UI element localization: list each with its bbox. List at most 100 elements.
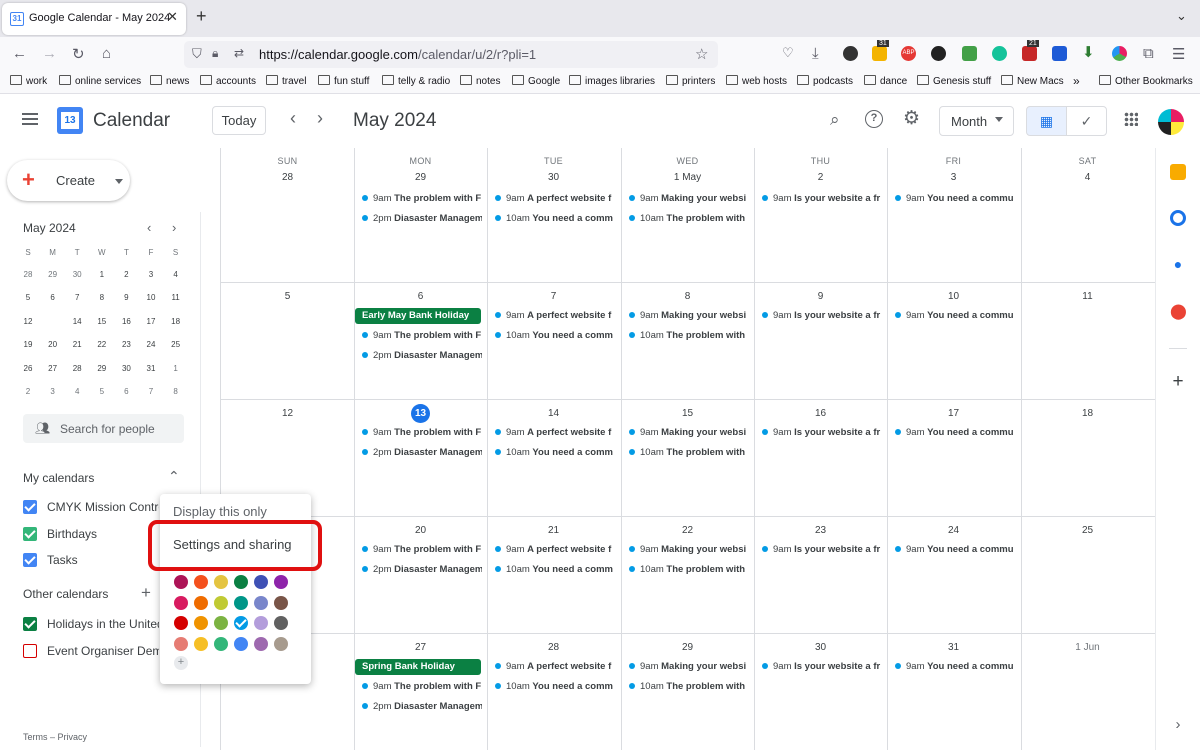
calendar-event[interactable]: 9am A perfect website f [495,427,615,438]
downloads-icon[interactable]: ⤓ [812,45,819,62]
calendar-event[interactable]: 9am Making your websi [629,544,749,555]
color-swatch[interactable] [214,636,228,651]
calendar-view-toggle-icon[interactable]: ▦ [1026,106,1067,136]
calendar-event[interactable]: 10am The problem with [629,330,749,341]
calendar-event[interactable]: 9am You need a commu [895,661,1015,672]
bookmark-folder[interactable]: images libraries [569,75,655,87]
mini-previous-icon[interactable]: ‹ [147,220,151,235]
day-number[interactable]: 10 [887,291,1020,302]
mini-day[interactable]: 8 [90,288,114,308]
shield-icon[interactable]: ⛉ [192,46,202,62]
next-month-icon[interactable]: › [317,108,323,129]
permissions-icon[interactable]: ⇄ [234,46,244,60]
calendar-checkbox[interactable] [23,617,37,631]
bookmark-folder[interactable]: Google [512,75,560,87]
adblock-icon[interactable]: ABP [901,46,916,61]
day-number[interactable]: 23 [754,525,887,536]
mini-day[interactable]: 5 [90,382,114,402]
account-avatar[interactable] [1158,109,1184,135]
holiday-event[interactable]: Spring Bank Holiday [355,659,481,675]
day-number[interactable]: 11 [1021,291,1154,302]
calendar-event[interactable]: 9am Making your websi [629,193,749,204]
get-addons-plus-icon[interactable]: + [1170,372,1186,391]
green-arrow-icon[interactable]: ⬇ [1082,43,1097,61]
calendar-checkbox[interactable] [23,553,37,567]
forward-icon[interactable]: → [42,45,57,62]
bookmark-folder[interactable]: dance [864,75,907,87]
previous-month-icon[interactable]: ‹ [290,108,296,129]
grammarly-icon[interactable] [992,46,1007,61]
color-swatch[interactable] [254,616,268,630]
bitwarden-icon[interactable] [1052,46,1067,61]
holiday-event[interactable]: Early May Bank Holiday [355,308,481,324]
color-swatch[interactable] [234,636,248,651]
mini-day[interactable]: 11 [164,288,188,308]
mini-day[interactable]: 7 [65,288,89,308]
calendar-logo-icon[interactable]: 13 [57,107,83,134]
day-number[interactable]: 5 [221,291,354,302]
mini-day[interactable]: 20 [41,335,65,355]
menu-icon[interactable]: ☰ [1172,45,1185,63]
mini-day[interactable]: 3 [41,382,65,402]
bookmark-folder[interactable]: work [10,75,47,87]
create-button[interactable]: + Create [7,160,130,201]
mini-day[interactable]: 1 [164,359,188,379]
day-number[interactable]: 24 [887,525,1020,536]
day-number[interactable]: 31 [887,642,1020,653]
browser-tab[interactable]: 31 Google Calendar - May 2024 ✕ [2,3,186,35]
add-calendar-plus-icon[interactable]: + [141,583,151,603]
bookmark-folder[interactable]: fun stuff [318,75,369,87]
mini-day[interactable]: 16 [114,312,138,332]
view-selector[interactable]: Month [939,106,1014,136]
calendar-event[interactable]: 9am You need a commu [895,310,1015,321]
color-swatch[interactable] [214,575,228,589]
day-number[interactable]: 8 [621,291,754,302]
day-number[interactable]: 15 [621,408,754,419]
color-swatch[interactable] [274,575,288,589]
reload-icon[interactable]: ↻ [72,45,85,63]
lock-icon[interactable]: 🔒︎ [212,46,218,61]
calendar-event[interactable]: 9am The problem with F [362,544,482,555]
color-swatch[interactable] [174,595,188,610]
mini-day[interactable]: 28 [65,359,89,379]
color-swatch[interactable] [254,575,268,589]
terms-privacy-link[interactable]: Terms – Privacy [23,732,87,742]
mini-day[interactable]: 5 [16,288,40,308]
color-swatch[interactable] [214,616,228,630]
calendar-event[interactable]: 9am You need a commu [895,544,1015,555]
keep-icon[interactable] [1170,164,1186,180]
mini-day[interactable]: 19 [16,335,40,355]
day-number-today[interactable]: 13 [354,404,487,423]
calendar-event[interactable]: 2pm Diasaster Managem [362,701,482,712]
calendar-event[interactable]: 9am Making your websi [629,661,749,672]
mini-day[interactable]: 24 [139,335,163,355]
mini-day[interactable]: 3 [139,265,163,285]
mini-day[interactable]: 8 [164,382,188,402]
bookmark-star-icon[interactable]: ☆ [695,45,708,63]
calendar-event[interactable]: 10am The problem with [629,213,749,224]
day-number[interactable]: 1 Jun [1021,642,1154,653]
calendar-event[interactable]: 9am Is your website a fr [762,193,882,204]
calendar-label[interactable]: Holidays in the United Kingdom [47,617,159,631]
mini-day[interactable]: 1 [90,265,114,285]
color-swatch[interactable] [234,595,248,610]
day-number[interactable]: 22 [621,525,754,536]
day-number[interactable]: 30 [754,642,887,653]
day-number[interactable]: 1 May [621,172,754,183]
mini-day[interactable]: 2 [16,382,40,402]
color-swatch[interactable] [194,595,208,610]
color-swatch[interactable] [194,616,208,630]
bookmark-folder[interactable]: Genesis stuff [917,75,991,87]
calendar-label[interactable]: Birthdays [47,527,159,541]
calendar-event[interactable]: 10am The problem with [629,681,749,692]
day-number[interactable]: 14 [487,408,620,419]
bookmark-folder[interactable]: New Macs [1001,75,1064,87]
calendar-checkbox[interactable] [23,500,37,514]
color-swatch[interactable] [174,636,188,651]
tasks-icon[interactable] [1170,210,1186,226]
other-calendars-heading[interactable]: Other calendars [23,587,108,601]
bookmark-folder[interactable]: printers [666,75,715,87]
color-swatch[interactable] [234,575,248,589]
calendar-event[interactable]: 2pm Diasaster Managem [362,213,482,224]
calendar-label[interactable]: CMYK Mission Control [47,500,159,514]
